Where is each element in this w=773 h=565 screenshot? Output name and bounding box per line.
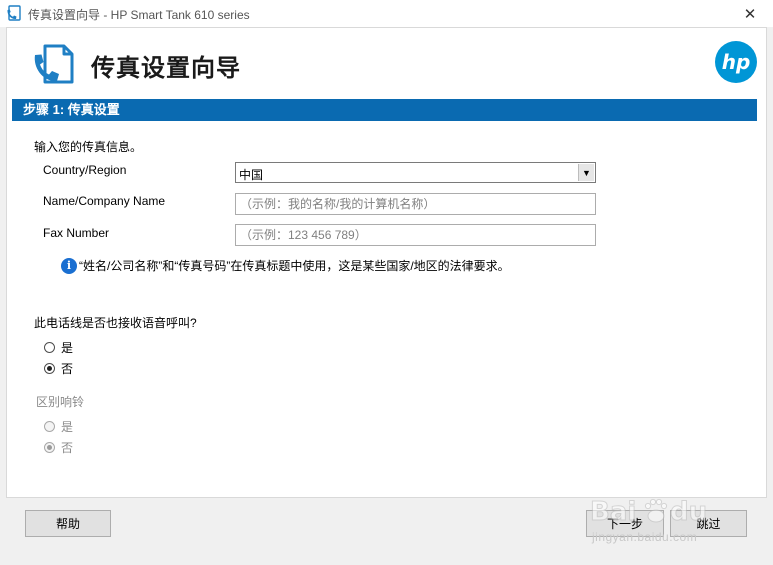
fax-number-input[interactable]: （示例：123 456 789） <box>235 224 596 246</box>
close-button[interactable]: ✕ <box>727 0 773 27</box>
name-input[interactable]: （示例：我的名称/我的计算机名称） <box>235 193 596 215</box>
chevron-down-icon[interactable]: ▼ <box>578 164 594 181</box>
fax-phone-icon <box>34 44 74 84</box>
voice-no-label: 否 <box>61 362 74 376</box>
wizard-panel: 传真设置向导 hp 步骤 1: 传真设置 输入您的传真信息。 Country/R… <box>6 27 767 498</box>
country-label: Country/Region <box>43 163 127 177</box>
hp-logo-icon: hp <box>715 41 757 83</box>
country-select[interactable]: 中国 ▼ <box>235 162 596 183</box>
voice-no-radio[interactable] <box>44 363 55 374</box>
step-bar: 步骤 1: 传真设置 <box>12 99 757 121</box>
voice-yes-label: 是 <box>61 341 74 355</box>
title-bar: 传真设置向导 - HP Smart Tank 610 series ✕ <box>0 0 773 27</box>
ring-no-radio <box>44 442 55 453</box>
ring-yes-radio <box>44 421 55 432</box>
fax-label: Fax Number <box>43 226 110 240</box>
fax-phone-icon <box>7 5 21 21</box>
window-title: 传真设置向导 - HP Smart Tank 610 series <box>28 8 250 22</box>
watermark-url: jingyan.baidu.com <box>592 530 698 544</box>
info-icon: i <box>61 257 77 274</box>
ring-no-option: 否 <box>44 439 73 456</box>
wizard-header: 传真设置向导 hp <box>7 28 766 98</box>
ring-no-label: 否 <box>61 441 74 455</box>
country-value: 中国 <box>239 168 264 182</box>
voice-no-option[interactable]: 否 <box>44 360 73 377</box>
voice-yes-option[interactable]: 是 <box>44 339 73 356</box>
info-text: “姓名/公司名称”和“传真号码”在传真标题中使用，这是某些国家/地区的法律要求。 <box>79 259 510 273</box>
distinctive-ring-label: 区别响铃 <box>36 395 85 409</box>
voice-question: 此电话线是否也接收语音呼叫? <box>34 316 197 330</box>
help-button[interactable]: 帮助 <box>25 510 111 537</box>
page-title: 传真设置向导 <box>91 55 241 82</box>
close-icon: ✕ <box>743 5 757 23</box>
intro-text: 输入您的传真信息。 <box>34 140 143 154</box>
voice-yes-radio[interactable] <box>44 342 55 353</box>
name-label: Name/Company Name <box>43 194 166 208</box>
info-note: i “姓名/公司名称”和“传真号码”在传真标题中使用，这是某些国家/地区的法律要… <box>61 257 510 274</box>
svg-text:hp: hp <box>722 50 751 74</box>
ring-yes-label: 是 <box>61 420 74 434</box>
ring-yes-option: 是 <box>44 418 73 435</box>
